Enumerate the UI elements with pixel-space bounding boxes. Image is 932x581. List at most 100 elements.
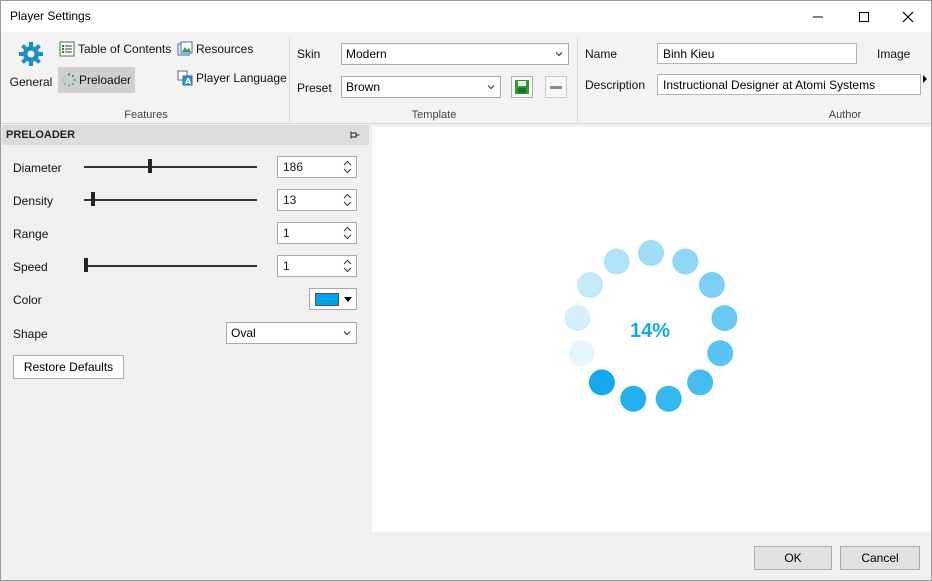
language-icon: A <box>177 70 193 86</box>
name-input[interactable]: Binh Kieu <box>657 43 857 64</box>
player-language-button[interactable]: A Player Language <box>177 70 287 86</box>
skin-select[interactable]: Modern <box>341 43 569 65</box>
shape-select[interactable]: Oval <box>226 322 357 344</box>
preloader-preview: 14% <box>372 127 931 532</box>
spinner-dot <box>564 305 591 332</box>
resources-button[interactable]: Resources <box>177 41 253 57</box>
diameter-label: Diameter <box>13 161 62 175</box>
general-label: General <box>9 75 53 89</box>
close-icon <box>902 11 914 22</box>
table-of-contents-button[interactable]: Table of Contents <box>59 41 171 57</box>
range-stepper[interactable]: 1 <box>277 222 357 244</box>
minimize-icon <box>813 16 823 17</box>
minimize-button[interactable] <box>795 1 841 32</box>
color-picker[interactable] <box>309 288 357 310</box>
maximize-icon <box>859 11 869 22</box>
preset-label: Preset <box>297 81 332 95</box>
slider-track <box>84 166 257 168</box>
chevron-down-icon <box>555 52 563 57</box>
spin-arrows-icon[interactable] <box>343 192 352 208</box>
speed-label: Speed <box>13 260 48 274</box>
skin-value: Modern <box>346 47 387 61</box>
minus-icon <box>550 86 562 89</box>
preset-value: Brown <box>346 80 381 94</box>
cancel-button[interactable]: Cancel <box>840 546 920 570</box>
spinner-dot <box>638 240 664 266</box>
range-value: 1 <box>283 226 290 240</box>
slider-thumb[interactable] <box>148 159 153 173</box>
spinner-dot <box>620 385 647 412</box>
name-label: Name <box>585 47 618 61</box>
close-button[interactable] <box>885 1 931 32</box>
shape-label: Shape <box>13 327 48 341</box>
preloader-icon <box>62 73 76 87</box>
speed-slider[interactable] <box>84 258 257 274</box>
scroll-right-icon[interactable] <box>922 75 928 83</box>
slider-thumb[interactable] <box>84 258 88 272</box>
density-slider[interactable] <box>84 192 257 208</box>
speed-value: 1 <box>283 259 290 273</box>
preset-select[interactable]: Brown <box>341 76 501 98</box>
save-preset-button[interactable] <box>511 76 533 98</box>
slider-track <box>84 265 257 267</box>
panel-title: PRELOADER <box>6 129 76 141</box>
diameter-stepper[interactable]: 186 <box>277 156 357 178</box>
spin-arrows-icon[interactable] <box>343 225 352 241</box>
chevron-down-icon <box>487 85 495 90</box>
skin-label: Skin <box>297 47 321 61</box>
features-group-label: Features <box>124 109 168 121</box>
progress-percent: 14% <box>630 320 670 342</box>
template-group-label: Template <box>411 109 457 121</box>
cancel-label: Cancel <box>861 551 899 565</box>
ok-button[interactable]: OK <box>754 546 832 570</box>
image-label: Image <box>877 47 911 61</box>
spinner-dot <box>577 272 604 298</box>
table-of-contents-label: Table of Contents <box>78 42 172 56</box>
spinner-dot <box>698 272 725 298</box>
spinner-dot <box>655 385 682 412</box>
density-stepper[interactable]: 13 <box>277 189 357 211</box>
gear-icon <box>19 42 43 66</box>
resources-label: Resources <box>196 42 254 56</box>
diameter-value: 186 <box>283 160 304 174</box>
dialog-footer: OK Cancel <box>2 534 931 580</box>
restore-defaults-label: Restore Defaults <box>23 360 114 374</box>
preloader-panel: PRELOADER Diameter 186 Density 13 Range … <box>2 125 369 534</box>
window-title: Player Settings <box>10 9 91 23</box>
spinner-dot <box>588 369 615 396</box>
player-settings-window: Player Settings General Table of Content… <box>0 0 932 581</box>
svg-text:A: A <box>185 77 192 86</box>
diameter-slider[interactable] <box>84 159 257 175</box>
preloader-label: Preloader <box>79 73 132 87</box>
pin-icon[interactable] <box>350 130 360 140</box>
preloader-spinner: 14% <box>564 240 738 412</box>
slider-thumb[interactable] <box>90 192 95 206</box>
ok-label: OK <box>784 551 802 565</box>
spin-arrows-icon[interactable] <box>343 159 352 175</box>
spinner-dot <box>603 248 630 275</box>
general-button[interactable]: General <box>7 40 55 92</box>
preloader-button[interactable]: Preloader <box>58 67 136 93</box>
ribbon: General Table of Contents Resources Prel… <box>1 32 931 124</box>
title-bar: Player Settings <box>1 1 931 32</box>
restore-defaults-button[interactable]: Restore Defaults <box>13 355 124 379</box>
range-label: Range <box>13 227 49 241</box>
spinner-dot <box>707 340 734 367</box>
description-input[interactable]: Instructional Designer at Atomi Systems <box>657 74 921 95</box>
spin-arrows-icon[interactable] <box>343 258 352 274</box>
dropdown-arrow-icon <box>344 297 352 302</box>
maximize-button[interactable] <box>841 1 887 32</box>
shape-value: Oval <box>231 326 256 340</box>
color-label: Color <box>13 293 42 307</box>
density-value: 13 <box>283 193 297 207</box>
resources-icon <box>177 41 193 56</box>
slider-track <box>84 199 257 201</box>
spinner-dot <box>568 340 595 367</box>
list-icon <box>59 41 75 57</box>
description-value: Instructional Designer at Atomi Systems <box>663 78 876 92</box>
speed-stepper[interactable]: 1 <box>277 255 357 277</box>
name-value: Binh Kieu <box>663 47 715 61</box>
author-group-label: Author <box>828 109 862 121</box>
delete-preset-button[interactable] <box>545 76 567 98</box>
spinner-dot <box>687 369 714 396</box>
